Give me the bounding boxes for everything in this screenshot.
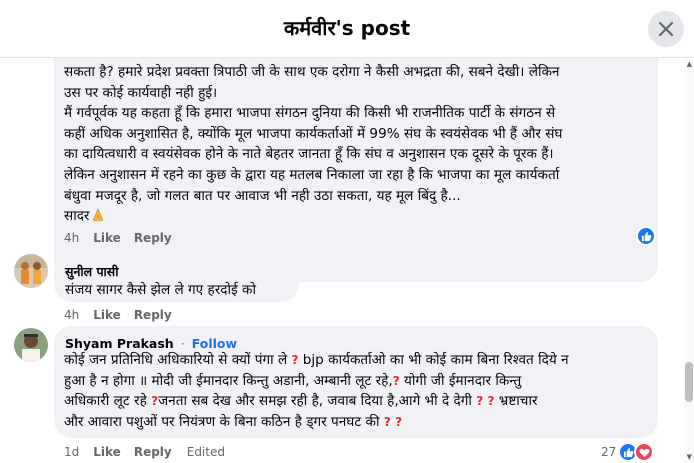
comment-line: हुआ है न होगा ॥ मोदी जी ईमानदार किन्तु अ… bbox=[64, 371, 654, 392]
comment-line: अधिकारी लूट रहे ?जनता सब देख और समझ रही … bbox=[64, 391, 654, 412]
comment-line-segment: हुआ है न होगा ॥ मोदी जी ईमानदार किन्तु अ… bbox=[64, 372, 393, 389]
comment-line-segment: और आवारा पशुओं पर नियंत्रण के बिना कठिन … bbox=[64, 413, 384, 430]
separator-dot: · bbox=[180, 337, 185, 351]
comment-actions: 1d Like Reply Edited bbox=[64, 445, 225, 459]
like-button[interactable]: Like bbox=[93, 231, 121, 245]
scrollbar-thumb[interactable] bbox=[685, 362, 693, 402]
comment-closing-line: सादर bbox=[64, 206, 654, 227]
comment-line: कहीं अधिक अनुशासित है, क्योंकि मूल भाजपा… bbox=[64, 125, 563, 142]
post-dialog-header: कर्मवीर's post bbox=[0, 0, 694, 58]
comment-bubble: सकता है? हमारे प्रदेश प्रवक्ता त्रिपाठी … bbox=[54, 58, 658, 282]
scroll-up-icon[interactable]: ▲ bbox=[687, 60, 692, 68]
scrollbar[interactable]: ▲ ▼ bbox=[684, 58, 694, 463]
edited-label: Edited bbox=[186, 445, 225, 459]
comment-line-segment: भ्रष्टाचार bbox=[494, 393, 538, 410]
comment-line: का दायित्वधारी व स्वयंसेवक होने के नाते … bbox=[64, 146, 554, 163]
comment-line-segment: जनता सब देख और समझ रही है, जवाब दिया है,… bbox=[158, 393, 477, 410]
page-title: कर्मवीर's post bbox=[283, 16, 411, 40]
comments-feed: सकता है? हमारे प्रदेश प्रवक्ता त्रिपाठी … bbox=[0, 58, 684, 463]
avatar[interactable] bbox=[14, 328, 48, 362]
question-mark-emoji: ? bbox=[383, 414, 391, 429]
avatar[interactable] bbox=[14, 254, 48, 288]
reply-button[interactable]: Reply bbox=[134, 231, 172, 245]
comment-line: कोई जन प्रतिनिधि अधिकारियो से क्यों पंगा… bbox=[64, 350, 654, 371]
comment-author[interactable]: सुनील पासी bbox=[65, 263, 118, 280]
folded-hands-emoji bbox=[92, 208, 103, 222]
comment-line: बंधुवा मजदूर है, जो गलत बात पर आवाज भी न… bbox=[64, 187, 461, 204]
reaction-count[interactable]: 27 bbox=[601, 445, 616, 459]
comment-line: लेकिन अनुशासन में रहने का कुछ के द्वारा … bbox=[64, 166, 560, 183]
close-button[interactable] bbox=[648, 11, 684, 47]
comment-line: मैं गर्वपूर्वक यह कहता हूँ कि हमारा भाजप… bbox=[64, 105, 556, 122]
comment-closing: सादर bbox=[64, 208, 90, 225]
follow-button[interactable]: Follow bbox=[192, 336, 237, 351]
comment-text: सकता है? हमारे प्रदेश प्रवक्ता त्रिपाठी … bbox=[64, 62, 654, 227]
like-button[interactable]: Like bbox=[93, 445, 121, 459]
comment-actions: 4h Like Reply bbox=[64, 231, 185, 245]
comment-timestamp[interactable]: 4h bbox=[64, 308, 79, 322]
comment-line: उस पर कोई कार्यवाही नही हुई। bbox=[64, 84, 218, 101]
comment-line: और आवारा पशुओं पर नियंत्रण के बिना कठिन … bbox=[64, 412, 654, 433]
comment-bubble: सुनील पासी संजय सागर कैसे झेल ले गए हरदो… bbox=[54, 256, 299, 302]
like-button[interactable]: Like bbox=[93, 308, 121, 322]
comment-timestamp[interactable]: 1d bbox=[64, 445, 79, 459]
comment-bubble: Shyam Prakash · Follow कोई जन प्रतिनिधि … bbox=[54, 326, 658, 438]
comment-line: सकता है? हमारे प्रदेश प्रवक्ता त्रिपाठी … bbox=[64, 64, 560, 80]
love-reaction-icon[interactable] bbox=[634, 442, 654, 462]
question-mark-emoji: ? bbox=[476, 394, 484, 409]
close-icon bbox=[658, 21, 674, 37]
like-reaction-icon[interactable] bbox=[636, 226, 656, 246]
comment-line-segment: कोई जन प्रतिनिधि अधिकारियो से क्यों पंगा… bbox=[64, 352, 292, 368]
question-mark-emoji: ? bbox=[392, 373, 400, 388]
comment-actions: 4h Like Reply bbox=[64, 308, 185, 322]
scroll-down-icon[interactable]: ▼ bbox=[687, 453, 692, 461]
comment-line-segment: bjp कार्यकर्ताओ का भी कोई काम बिना रिश्व… bbox=[298, 352, 569, 368]
comment-text: कोई जन प्रतिनिधि अधिकारियो से क्यों पंगा… bbox=[64, 350, 654, 432]
question-mark-emoji: ? bbox=[395, 414, 403, 429]
comment-line-segment: अधिकारी लूट रहे bbox=[64, 393, 152, 410]
comment-text: संजय सागर कैसे झेल ले गए हरदोई को bbox=[65, 282, 256, 298]
reply-button[interactable]: Reply bbox=[134, 308, 172, 322]
comment-author[interactable]: Shyam Prakash bbox=[65, 336, 174, 351]
comment-timestamp[interactable]: 4h bbox=[64, 231, 79, 245]
comment-line-segment: योगी जी ईमानदार किन्तु bbox=[399, 372, 522, 389]
reply-button[interactable]: Reply bbox=[134, 445, 172, 459]
